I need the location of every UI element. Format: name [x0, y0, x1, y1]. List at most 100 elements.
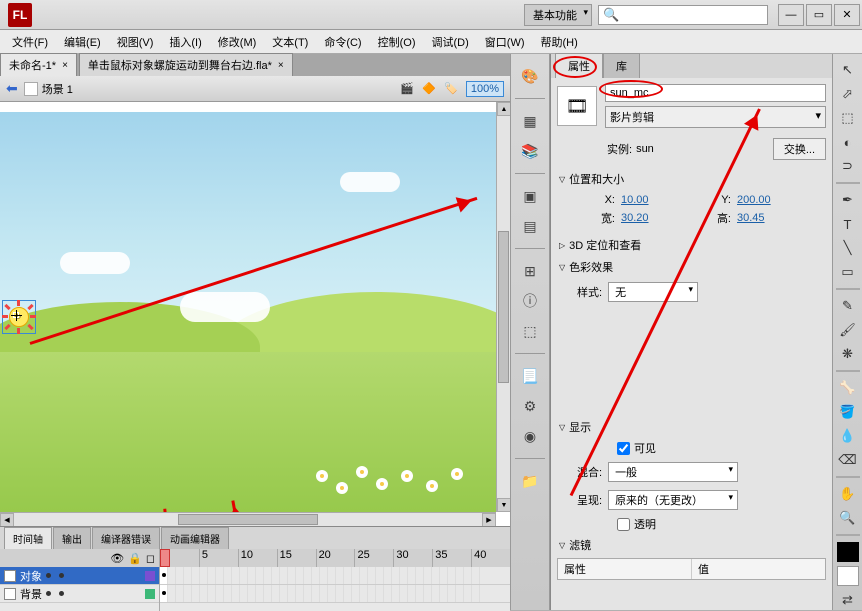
frame-row[interactable] [160, 567, 510, 585]
layer-row[interactable]: 对象 [0, 567, 159, 585]
frame-row[interactable] [160, 585, 510, 603]
menu-text[interactable]: 文本(T) [264, 31, 316, 53]
edit-symbol-icon[interactable]: 🔶 [420, 80, 438, 98]
menu-insert[interactable]: 插入(I) [161, 31, 209, 53]
y-value[interactable]: 200.00 [737, 194, 783, 206]
layer-color[interactable] [145, 589, 155, 599]
menu-commands[interactable]: 命令(C) [316, 31, 369, 53]
subselection-tool-icon[interactable]: ⬀ [837, 84, 859, 104]
menu-file[interactable]: 文件(F) [4, 31, 56, 53]
section-display[interactable]: ▽显示 [557, 416, 826, 438]
bone-tool-icon[interactable]: 🦴 [837, 378, 859, 398]
zoom-tool-icon[interactable]: 🔍 [837, 508, 859, 528]
properties-panel-icon[interactable]: ▦ [518, 109, 542, 133]
eyedropper-icon[interactable]: 💧 [837, 426, 859, 446]
frames-area[interactable]: 1510152025303540 [160, 549, 510, 611]
brush-tool-icon[interactable]: 🖌 [837, 320, 859, 340]
visible-checkbox[interactable] [617, 442, 630, 455]
section-position-size[interactable]: ▽位置和大小 [557, 168, 826, 190]
swatches-panel-icon[interactable]: ▤ [518, 214, 542, 238]
components-panel-icon[interactable]: ⚙ [518, 394, 542, 418]
color-panel-icon[interactable]: ▣ [518, 184, 542, 208]
code-panel-icon[interactable]: 📃 [518, 364, 542, 388]
zoom-icon[interactable]: 🏷️ [442, 80, 460, 98]
playhead[interactable] [160, 549, 170, 567]
tools-panel-icon[interactable]: 🎨 [518, 64, 542, 88]
rectangle-tool-icon[interactable]: ▭ [837, 262, 859, 282]
library-panel-icon[interactable]: 📚 [518, 139, 542, 163]
close-button[interactable]: ✕ [834, 4, 860, 26]
blend-dropdown[interactable]: 一般 [608, 462, 738, 482]
edit-scene-icon[interactable]: 🎬 [398, 80, 416, 98]
frame-ruler[interactable]: 1510152025303540 [160, 549, 510, 567]
width-value[interactable]: 30.20 [621, 212, 667, 224]
render-dropdown[interactable]: 原来的（无更改） [608, 490, 738, 510]
tab-motion-editor[interactable]: 动画编辑器 [161, 527, 229, 549]
menu-control[interactable]: 控制(O) [370, 31, 424, 53]
tab-output[interactable]: 输出 [53, 527, 91, 549]
section-filters[interactable]: ▽滤镜 [557, 534, 826, 556]
menu-view[interactable]: 视图(V) [109, 31, 162, 53]
align-panel-icon[interactable]: ⊞ [518, 259, 542, 283]
horizontal-scrollbar[interactable]: ◀ ▶ [0, 512, 496, 526]
scroll-down-button[interactable]: ▼ [497, 498, 510, 512]
eye-icon[interactable]: 👁 [110, 552, 124, 565]
close-icon[interactable]: × [62, 60, 68, 71]
lock-icon[interactable]: 🔒 [128, 552, 142, 565]
stroke-color[interactable] [837, 542, 859, 562]
tab-timeline[interactable]: 时间轴 [4, 527, 52, 549]
height-value[interactable]: 30.45 [737, 212, 783, 224]
transparent-checkbox[interactable] [617, 518, 630, 531]
fill-color[interactable] [837, 566, 859, 586]
sun-instance[interactable]: ☺ [4, 302, 34, 332]
search-box[interactable]: 🔍 [598, 5, 768, 25]
minimize-button[interactable]: — [778, 4, 804, 26]
swap-colors-icon[interactable]: ⇄ [837, 590, 859, 610]
free-transform-icon[interactable]: ⬚ [837, 108, 859, 128]
pencil-tool-icon[interactable]: ✎ [837, 296, 859, 316]
vertical-scrollbar[interactable]: ▲ ▼ [496, 102, 510, 512]
tab-compiler-errors[interactable]: 编译器错误 [92, 527, 160, 549]
outline-icon[interactable]: ◻ [146, 552, 155, 565]
scroll-left-button[interactable]: ◀ [0, 513, 14, 526]
close-icon[interactable]: × [278, 60, 284, 71]
paint-bucket-icon[interactable]: 🪣 [837, 402, 859, 422]
info-panel-icon[interactable]: ⓘ [518, 289, 542, 313]
menu-window[interactable]: 窗口(W) [477, 31, 533, 53]
swap-button[interactable]: 交换... [773, 138, 826, 160]
lasso-tool-icon[interactable]: ⊃ [837, 156, 859, 176]
color-style-dropdown[interactable]: 无 [608, 282, 698, 302]
doc-tab[interactable]: 单击鼠标对象螺旋运动到舞台右边.fla* × [79, 53, 293, 76]
menu-modify[interactable]: 修改(M) [210, 31, 265, 53]
project-panel-icon[interactable]: 📁 [518, 469, 542, 493]
stage[interactable]: ☺ ▲ ▼ ◀ ▶ [0, 102, 510, 526]
workspace-dropdown[interactable]: 基本功能 [524, 4, 592, 26]
layer-row[interactable]: 背景 [0, 585, 159, 603]
selection-tool-icon[interactable]: ↖ [837, 60, 859, 80]
instance-name-input[interactable] [605, 84, 826, 102]
x-value[interactable]: 10.00 [621, 194, 667, 206]
transform-panel-icon[interactable]: ⬚ [518, 319, 542, 343]
tab-library[interactable]: 库 [603, 53, 640, 78]
text-tool-icon[interactable]: T [837, 214, 859, 234]
menu-debug[interactable]: 调试(D) [424, 31, 477, 53]
eraser-tool-icon[interactable]: ⌫ [837, 450, 859, 470]
layer-color[interactable] [145, 571, 155, 581]
pen-tool-icon[interactable]: ✒ [837, 190, 859, 210]
section-color-effect[interactable]: ▽色彩效果 [557, 256, 826, 278]
hand-tool-icon[interactable]: ✋ [837, 484, 859, 504]
scroll-up-button[interactable]: ▲ [497, 102, 510, 116]
doc-tab[interactable]: 未命名-1* × [0, 53, 77, 76]
menu-edit[interactable]: 编辑(E) [56, 31, 109, 53]
maximize-button[interactable]: ▭ [806, 4, 832, 26]
menu-help[interactable]: 帮助(H) [533, 31, 586, 53]
motion-presets-icon[interactable]: ◉ [518, 424, 542, 448]
3d-rotation-icon[interactable]: ◐ [837, 132, 859, 152]
deco-tool-icon[interactable]: ❋ [837, 344, 859, 364]
scroll-right-button[interactable]: ▶ [482, 513, 496, 526]
instance-type-dropdown[interactable]: 影片剪辑 [605, 106, 826, 128]
tab-properties[interactable]: 属性 [555, 53, 603, 78]
back-arrow-icon[interactable]: ⬅ [6, 80, 18, 97]
zoom-value[interactable]: 100% [466, 81, 504, 97]
search-input[interactable] [623, 7, 767, 23]
